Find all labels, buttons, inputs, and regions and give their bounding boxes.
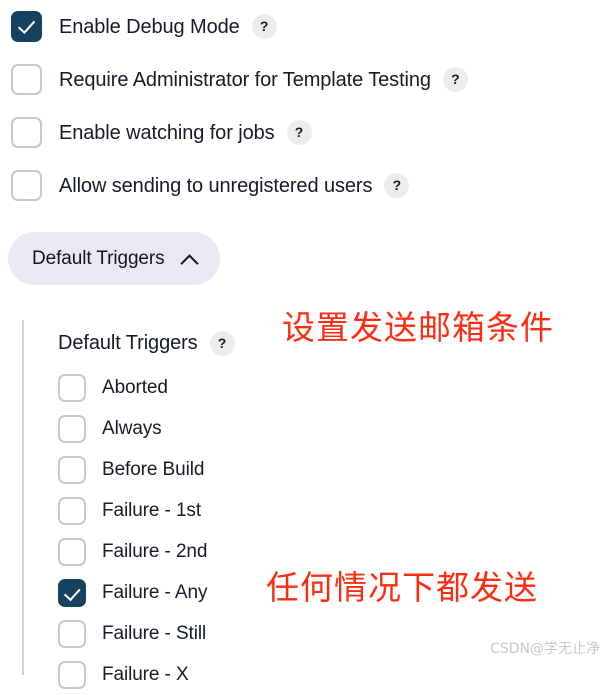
section-toggle-default-triggers[interactable]: Default Triggers [8, 232, 220, 285]
trigger-row-failure-2nd[interactable]: Failure - 2nd [58, 531, 614, 572]
trigger-row-aborted[interactable]: Aborted [58, 367, 614, 408]
help-icon[interactable]: ? [384, 173, 410, 198]
checkbox-enable-watching-for-jobs[interactable] [11, 117, 42, 148]
checkbox-failure-any[interactable] [58, 578, 86, 607]
checkbox-failure-1st[interactable] [58, 496, 86, 525]
trigger-row-always[interactable]: Always [58, 408, 614, 449]
checkbox-before-build[interactable] [58, 455, 86, 484]
setting-label: Require Administrator for Template Testi… [59, 68, 431, 91]
annotation-email-conditions: 设置发送邮箱条件 [282, 308, 554, 347]
checkbox-failure-2nd[interactable] [58, 537, 86, 566]
trigger-label: Aborted [102, 376, 168, 398]
trigger-label: Failure - 1st [102, 499, 202, 521]
annotation-send-always: 任何情况下都发送 [266, 568, 538, 607]
checkbox-require-administrator-for-template-testing[interactable] [11, 64, 42, 95]
setting-row-allow-sending-to-unregistered-users[interactable]: Allow sending to unregistered users ? [0, 159, 614, 212]
help-icon[interactable]: ? [286, 120, 312, 145]
trigger-label: Failure - 2nd [102, 540, 208, 562]
checkbox-always[interactable] [58, 414, 86, 443]
checkbox-failure-still[interactable] [58, 619, 86, 648]
trigger-label: Before Build [102, 458, 205, 480]
chevron-up-icon [181, 254, 198, 264]
trigger-label: Failure - Still [102, 622, 207, 644]
setting-label: Enable Debug Mode [59, 15, 240, 38]
watermark: CSDN@学无止净 [490, 641, 600, 657]
setting-label: Enable watching for jobs [59, 121, 275, 144]
checkbox-allow-sending-to-unregistered-users[interactable] [11, 170, 42, 201]
trigger-row-failure-1st[interactable]: Failure - 1st [58, 490, 614, 531]
checkbox-enable-debug-mode[interactable] [11, 11, 42, 42]
help-icon[interactable]: ? [442, 67, 468, 92]
section-toggle-label: Default Triggers [32, 247, 165, 269]
setting-row-require-administrator-for-template-testing[interactable]: Require Administrator for Template Testi… [0, 53, 614, 106]
help-icon[interactable]: ? [209, 331, 235, 356]
trigger-label: Failure - Any [102, 581, 208, 603]
setting-label: Allow sending to unregistered users [59, 174, 373, 197]
setting-row-enable-debug-mode[interactable]: Enable Debug Mode ? [0, 0, 614, 53]
help-icon[interactable]: ? [251, 14, 277, 39]
trigger-row-before-build[interactable]: Before Build [58, 449, 614, 490]
group-title: Default Triggers [58, 332, 198, 354]
trigger-label: Always [102, 417, 162, 439]
group-indent-rule [22, 320, 24, 675]
settings-checkbox-list: Enable Debug Mode ? Require Administrato… [0, 0, 614, 212]
checkbox-aborted[interactable] [58, 373, 86, 402]
setting-row-enable-watching-for-jobs[interactable]: Enable watching for jobs ? [0, 106, 614, 159]
